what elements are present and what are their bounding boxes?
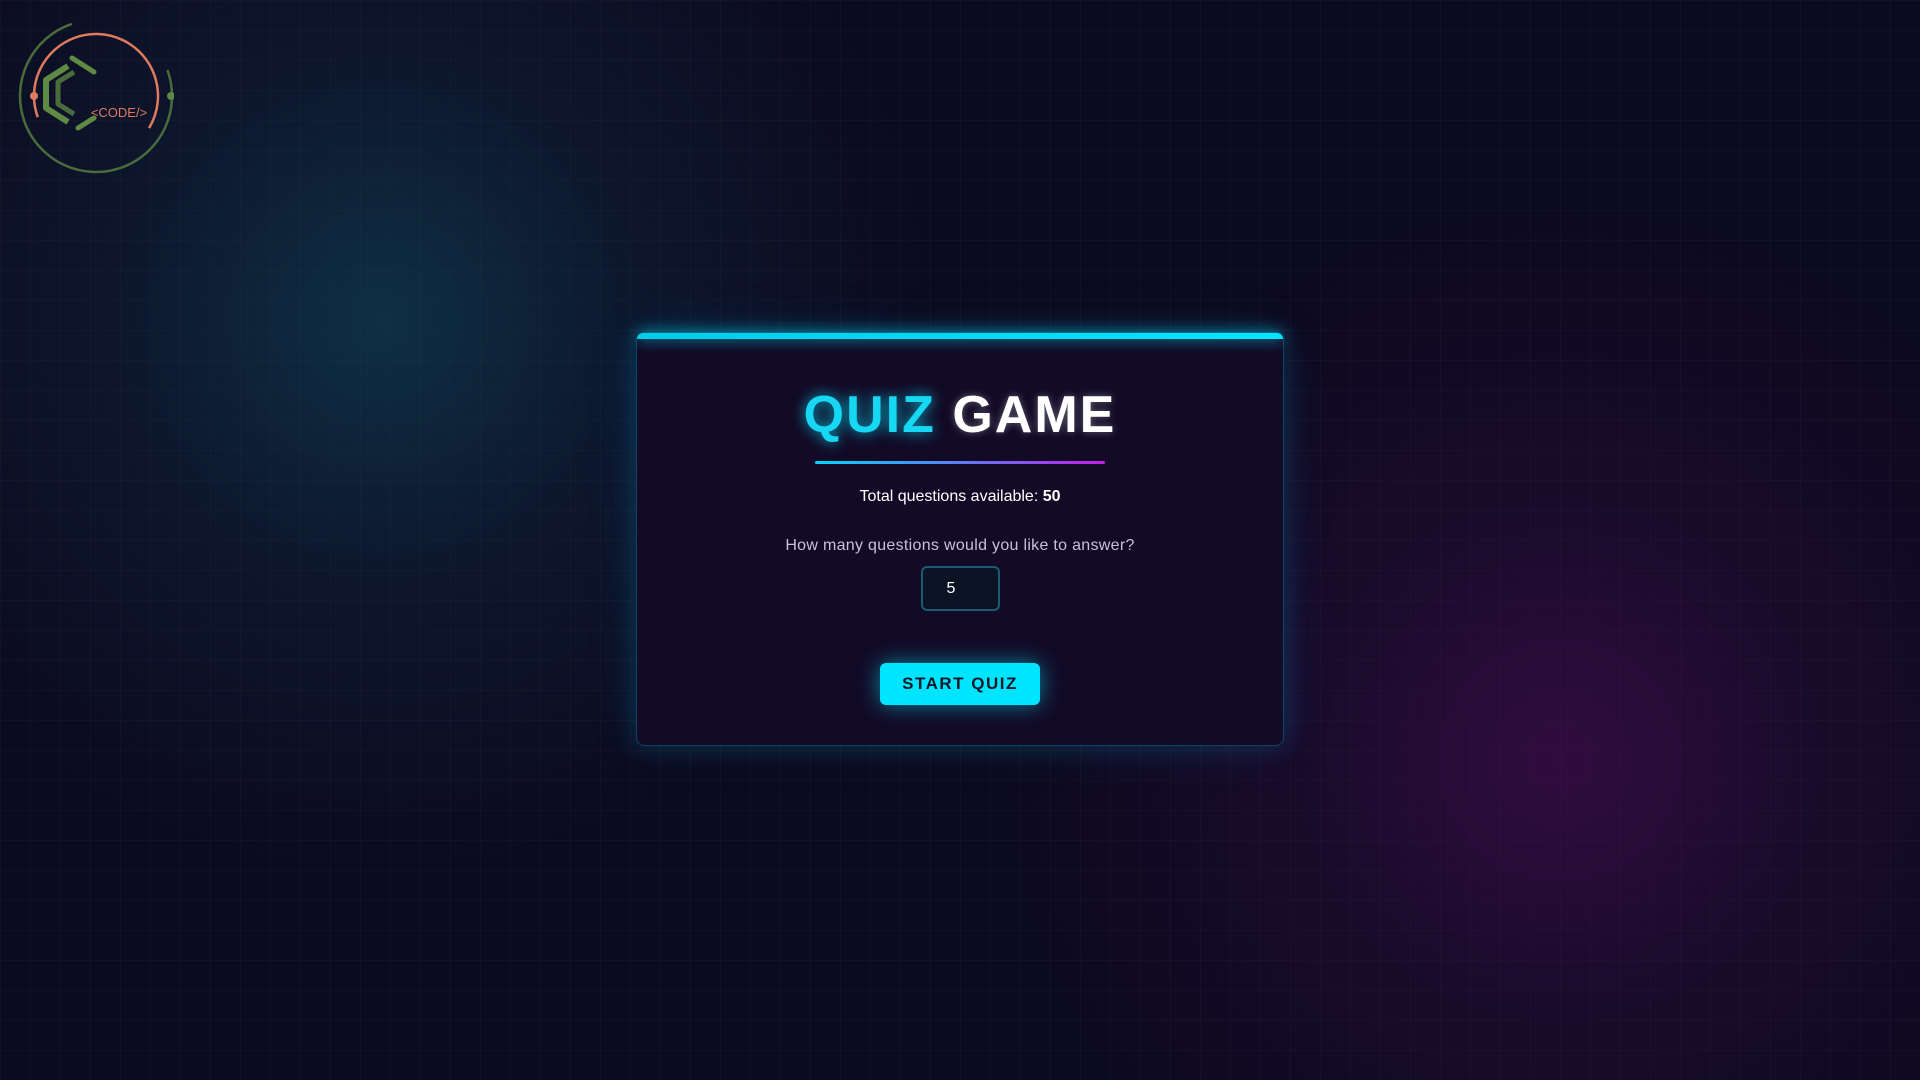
total-questions-label: Total questions available: <box>859 488 1039 505</box>
total-questions-count: 50 <box>1042 488 1061 505</box>
title-plain-word: GAME <box>952 386 1117 444</box>
title-underline <box>815 461 1105 464</box>
brand-logo: <CODE/> <box>18 18 174 174</box>
total-questions-text: Total questions available: 50 <box>637 488 1283 506</box>
question-count-input[interactable] <box>920 566 1000 611</box>
card-top-accent-bar <box>637 333 1283 339</box>
title-accent-word: QUIZ <box>803 386 936 444</box>
quiz-setup-card: QUIZ GAME Total questions available: 50 … <box>636 332 1284 746</box>
logo-text: <CODE/> <box>91 105 147 120</box>
code-logo-icon: <CODE/> <box>18 18 174 174</box>
start-quiz-button[interactable]: START QUIZ <box>880 663 1040 705</box>
question-count-prompt: How many questions would you like to ans… <box>785 537 1135 554</box>
page-title: QUIZ GAME <box>637 385 1283 445</box>
